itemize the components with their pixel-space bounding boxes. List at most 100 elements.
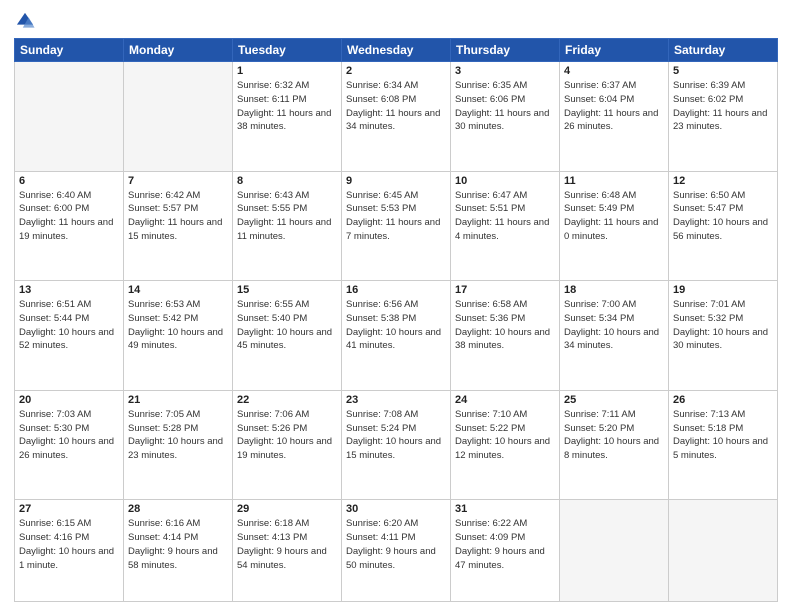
day-cell: 24Sunrise: 7:10 AM Sunset: 5:22 PM Dayli… (451, 390, 560, 500)
day-info: Sunrise: 7:08 AM Sunset: 5:24 PM Dayligh… (346, 408, 446, 463)
day-info: Sunrise: 6:45 AM Sunset: 5:53 PM Dayligh… (346, 189, 446, 244)
col-header-monday: Monday (124, 39, 233, 62)
day-info: Sunrise: 6:18 AM Sunset: 4:13 PM Dayligh… (237, 517, 337, 572)
day-cell: 3 Sunrise: 6:35 AM Sunset: 6:06 PM Daylig… (451, 62, 560, 172)
day-number: 28 (128, 503, 228, 515)
day-cell: 25 Sunrise: 7:11 AM Sunset: 5:20 PM Dayli… (560, 390, 669, 500)
day-info: Sunrise: 6:32 AM Sunset: 6:11 PM Dayligh… (237, 79, 337, 134)
logo (14, 10, 38, 32)
day-cell: 29 Sunrise: 6:18 AM Sunset: 4:13 PM Dayli… (233, 500, 342, 602)
day-info: Sunrise: 6:56 AM Sunset: 5:38 PM Dayligh… (346, 298, 446, 353)
day-number: 1 (237, 65, 337, 77)
day-number: 17 (455, 284, 555, 296)
day-info: Sunrise: 6:43 AM Sunset: 5:55 PM Dayligh… (237, 189, 337, 244)
day-cell: 26 Sunrise: 7:13 AM Sunset: 5:18 PM Dayli… (669, 390, 778, 500)
day-number: 19 (673, 284, 773, 296)
day-number: 21 (128, 394, 228, 406)
col-header-saturday: Saturday (669, 39, 778, 62)
day-cell: 31 Sunrise: 6:22 AM Sunset: 4:09 PM Dayli… (451, 500, 560, 602)
day-number: 10 (455, 175, 555, 187)
day-number: 8 (237, 175, 337, 187)
day-cell (560, 500, 669, 602)
day-info: Sunrise: 6:58 AM Sunset: 5:36 PM Dayligh… (455, 298, 555, 353)
day-cell: 12 Sunrise: 6:50 AM Sunset: 5:47 PM Dayli… (669, 171, 778, 281)
day-number: 22 (237, 394, 337, 406)
day-cell: 1 Sunrise: 6:32 AM Sunset: 6:11 PM Daylig… (233, 62, 342, 172)
header-row: SundayMondayTuesdayWednesdayThursdayFrid… (15, 39, 778, 62)
day-info: Sunrise: 7:01 AM Sunset: 5:32 PM Dayligh… (673, 298, 773, 353)
day-info: Sunrise: 6:42 AM Sunset: 5:57 PM Dayligh… (128, 189, 228, 244)
day-cell: 2Sunrise: 6:34 AM Sunset: 6:08 PM Daylig… (342, 62, 451, 172)
day-number: 12 (673, 175, 773, 187)
col-header-friday: Friday (560, 39, 669, 62)
day-number: 4 (564, 65, 664, 77)
day-cell: 18Sunrise: 7:00 AM Sunset: 5:34 PM Dayli… (560, 281, 669, 391)
col-header-sunday: Sunday (15, 39, 124, 62)
page: SundayMondayTuesdayWednesdayThursdayFrid… (0, 0, 792, 612)
day-number: 24 (455, 394, 555, 406)
day-cell: 13 Sunrise: 6:51 AM Sunset: 5:44 PM Dayli… (15, 281, 124, 391)
day-cell: 17 Sunrise: 6:58 AM Sunset: 5:36 PM Dayli… (451, 281, 560, 391)
day-cell (669, 500, 778, 602)
week-row-1: 6Sunrise: 6:40 AM Sunset: 6:00 PM Daylig… (15, 171, 778, 281)
day-info: Sunrise: 6:47 AM Sunset: 5:51 PM Dayligh… (455, 189, 555, 244)
day-number: 3 (455, 65, 555, 77)
day-cell: 30 Sunrise: 6:20 AM Sunset: 4:11 PM Dayli… (342, 500, 451, 602)
week-row-4: 27 Sunrise: 6:15 AM Sunset: 4:16 PM Dayli… (15, 500, 778, 602)
day-cell: 27 Sunrise: 6:15 AM Sunset: 4:16 PM Dayli… (15, 500, 124, 602)
day-info: Sunrise: 6:37 AM Sunset: 6:04 PM Dayligh… (564, 79, 664, 134)
logo-icon (14, 10, 36, 32)
day-info: Sunrise: 6:39 AM Sunset: 6:02 PM Dayligh… (673, 79, 773, 134)
day-number: 15 (237, 284, 337, 296)
day-info: Sunrise: 7:00 AM Sunset: 5:34 PM Dayligh… (564, 298, 664, 353)
day-info: Sunrise: 6:22 AM Sunset: 4:09 PM Dayligh… (455, 517, 555, 572)
day-number: 20 (19, 394, 119, 406)
day-number: 31 (455, 503, 555, 515)
day-cell: 4 Sunrise: 6:37 AM Sunset: 6:04 PM Daylig… (560, 62, 669, 172)
day-number: 25 (564, 394, 664, 406)
day-number: 5 (673, 65, 773, 77)
day-cell: 10 Sunrise: 6:47 AM Sunset: 5:51 PM Dayli… (451, 171, 560, 281)
day-number: 16 (346, 284, 446, 296)
day-number: 2 (346, 65, 446, 77)
day-info: Sunrise: 6:51 AM Sunset: 5:44 PM Dayligh… (19, 298, 119, 353)
day-cell: 9 Sunrise: 6:45 AM Sunset: 5:53 PM Daylig… (342, 171, 451, 281)
day-cell: 7 Sunrise: 6:42 AM Sunset: 5:57 PM Daylig… (124, 171, 233, 281)
day-number: 27 (19, 503, 119, 515)
day-info: Sunrise: 6:53 AM Sunset: 5:42 PM Dayligh… (128, 298, 228, 353)
day-info: Sunrise: 7:05 AM Sunset: 5:28 PM Dayligh… (128, 408, 228, 463)
day-cell: 14Sunrise: 6:53 AM Sunset: 5:42 PM Dayli… (124, 281, 233, 391)
col-header-thursday: Thursday (451, 39, 560, 62)
day-info: Sunrise: 6:35 AM Sunset: 6:06 PM Dayligh… (455, 79, 555, 134)
calendar-table: SundayMondayTuesdayWednesdayThursdayFrid… (14, 38, 778, 602)
day-number: 6 (19, 175, 119, 187)
day-number: 9 (346, 175, 446, 187)
day-cell: 6Sunrise: 6:40 AM Sunset: 6:00 PM Daylig… (15, 171, 124, 281)
day-cell: 23 Sunrise: 7:08 AM Sunset: 5:24 PM Dayli… (342, 390, 451, 500)
day-number: 23 (346, 394, 446, 406)
day-info: Sunrise: 6:50 AM Sunset: 5:47 PM Dayligh… (673, 189, 773, 244)
col-header-tuesday: Tuesday (233, 39, 342, 62)
day-info: Sunrise: 6:48 AM Sunset: 5:49 PM Dayligh… (564, 189, 664, 244)
day-info: Sunrise: 7:13 AM Sunset: 5:18 PM Dayligh… (673, 408, 773, 463)
day-cell: 19 Sunrise: 7:01 AM Sunset: 5:32 PM Dayli… (669, 281, 778, 391)
day-cell: 21 Sunrise: 7:05 AM Sunset: 5:28 PM Dayli… (124, 390, 233, 500)
day-number: 7 (128, 175, 228, 187)
col-header-wednesday: Wednesday (342, 39, 451, 62)
day-cell: 20Sunrise: 7:03 AM Sunset: 5:30 PM Dayli… (15, 390, 124, 500)
day-cell (124, 62, 233, 172)
day-info: Sunrise: 6:55 AM Sunset: 5:40 PM Dayligh… (237, 298, 337, 353)
day-cell: 22 Sunrise: 7:06 AM Sunset: 5:26 PM Dayli… (233, 390, 342, 500)
day-cell (15, 62, 124, 172)
day-cell: 16 Sunrise: 6:56 AM Sunset: 5:38 PM Dayli… (342, 281, 451, 391)
day-info: Sunrise: 6:15 AM Sunset: 4:16 PM Dayligh… (19, 517, 119, 572)
day-number: 26 (673, 394, 773, 406)
day-info: Sunrise: 7:06 AM Sunset: 5:26 PM Dayligh… (237, 408, 337, 463)
day-info: Sunrise: 7:11 AM Sunset: 5:20 PM Dayligh… (564, 408, 664, 463)
day-cell: 5 Sunrise: 6:39 AM Sunset: 6:02 PM Daylig… (669, 62, 778, 172)
day-number: 29 (237, 503, 337, 515)
day-info: Sunrise: 6:20 AM Sunset: 4:11 PM Dayligh… (346, 517, 446, 572)
day-number: 30 (346, 503, 446, 515)
header (14, 10, 778, 32)
day-number: 13 (19, 284, 119, 296)
